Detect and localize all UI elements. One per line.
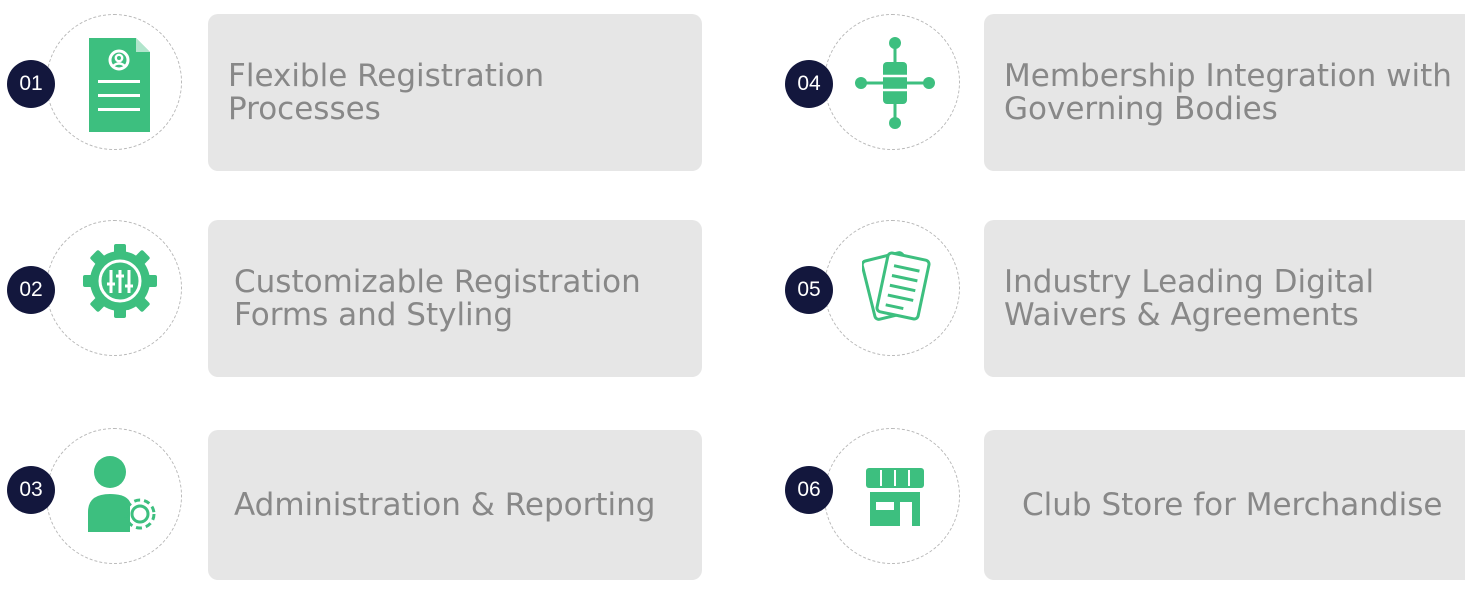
feature-title-line2: Waivers & Agreements — [1004, 296, 1359, 333]
feature-card: Industry Leading Digital Waivers & Agree… — [984, 220, 1465, 377]
feature-title-line2: Forms and Styling — [234, 296, 513, 333]
feature-item-06: 06 Club Store for Merchandise — [778, 428, 1465, 590]
feature-item-04: 04 Membership Integration with Governing… — [778, 14, 1465, 174]
feature-item-03: 03 Administration & Reporting — [0, 428, 702, 590]
feature-title: Club Store for Merchandise — [1022, 486, 1443, 523]
feature-title-line1: Customizable Registration — [234, 263, 641, 300]
feature-title-line1: Club Store for Merchandise — [1022, 486, 1443, 523]
feature-number-badge: 04 — [787, 62, 831, 106]
feature-title-line2: Governing Bodies — [1004, 90, 1278, 127]
feature-title: Membership Integration with Governing Bo… — [1004, 57, 1452, 127]
feature-card: Membership Integration with Governing Bo… — [984, 14, 1465, 171]
feature-title: Administration & Reporting — [234, 486, 656, 523]
user-settings-icon — [88, 456, 156, 532]
settings-sliders-gear-icon — [83, 244, 157, 318]
documents-stack-icon — [862, 251, 931, 321]
database-network-icon — [855, 37, 935, 129]
feature-number-badge: 01 — [9, 62, 53, 106]
feature-title: Customizable Registration Forms and Styl… — [234, 263, 641, 333]
feature-item-01: 01 Flexible Registration Processes — [0, 14, 702, 174]
feature-card: Flexible Registration Processes — [208, 14, 702, 171]
feature-item-05: 05 Industry Leading Digital Waivers & Ag… — [778, 220, 1465, 380]
feature-title: Flexible Registration Processes — [228, 57, 545, 127]
feature-card: Customizable Registration Forms and Styl… — [208, 220, 702, 377]
feature-title-line1: Flexible Registration — [228, 57, 545, 94]
feature-card: Administration & Reporting — [208, 430, 702, 580]
feature-title-line1: Industry Leading Digital — [1004, 263, 1375, 300]
feature-number-badge: 03 — [9, 468, 53, 512]
feature-number-badge: 06 — [787, 468, 831, 512]
feature-item-02: 02 Customizable Registration Forms and S… — [0, 220, 702, 380]
feature-title-line2: Processes — [228, 90, 381, 127]
feature-card: Club Store for Merchandise — [984, 430, 1465, 580]
storefront-icon — [866, 468, 924, 526]
feature-title-line1: Administration & Reporting — [234, 486, 656, 523]
document-profile-icon — [89, 38, 150, 132]
feature-number-badge: 02 — [9, 268, 53, 312]
feature-number-badge: 05 — [787, 268, 831, 312]
feature-title-line1: Membership Integration with — [1004, 57, 1452, 94]
feature-title: Industry Leading Digital Waivers & Agree… — [1004, 263, 1375, 333]
